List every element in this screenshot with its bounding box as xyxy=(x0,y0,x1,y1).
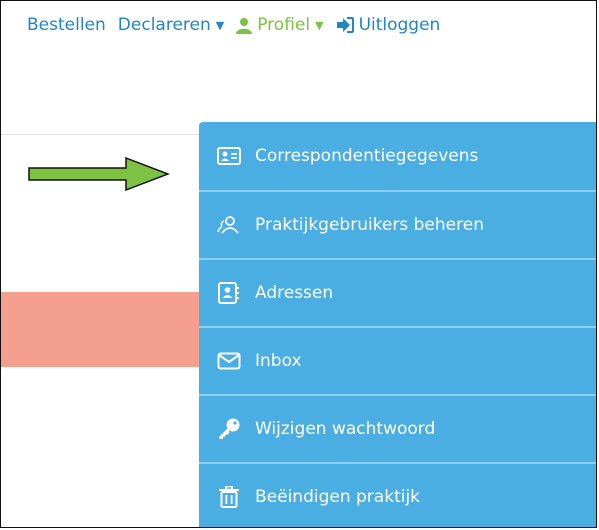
alert-bar xyxy=(1,292,201,367)
menu-item-wijzigen-wachtwoord[interactable]: Wijzigen wachtwoord xyxy=(199,396,596,464)
caret-down-icon: ▼ xyxy=(315,18,324,32)
menu-item-label: Correspondentiegegevens xyxy=(255,146,479,166)
sign-out-icon xyxy=(336,17,354,33)
trash-icon xyxy=(216,486,242,508)
menu-item-inbox[interactable]: Inbox xyxy=(199,328,596,396)
menu-item-label: Wijzigen wachtwoord xyxy=(255,419,436,439)
profile-dropdown-menu: Correspondentiegegevens Praktijkgebruike… xyxy=(199,122,596,527)
menu-item-correspondentiegegevens[interactable]: Correspondentiegegevens xyxy=(199,122,596,192)
menu-item-label: Inbox xyxy=(255,351,302,371)
arrow-right-icon xyxy=(28,157,170,191)
address-book-icon xyxy=(216,282,242,304)
nav-uitloggen[interactable]: Uitloggen xyxy=(336,15,441,35)
caret-down-icon: ▼ xyxy=(215,18,225,32)
menu-item-adressen[interactable]: Adressen xyxy=(199,260,596,328)
nav-declareren[interactable]: Declareren ▼ xyxy=(118,15,224,35)
menu-item-label: Beëindigen praktijk xyxy=(255,487,421,507)
nav-uitloggen-label: Uitloggen xyxy=(358,15,441,35)
menu-item-label: Praktijkgebruikers beheren xyxy=(255,215,484,235)
id-card-icon xyxy=(216,145,242,167)
envelope-icon xyxy=(216,350,242,372)
nav-profiel-label: Profiel xyxy=(257,15,311,35)
menu-item-praktijkgebruikers[interactable]: Praktijkgebruikers beheren xyxy=(199,192,596,260)
menu-item-beeindigen-praktijk[interactable]: Beëindigen praktijk xyxy=(199,464,596,527)
menu-item-label: Adressen xyxy=(255,283,334,303)
nav-declareren-label: Declareren xyxy=(117,15,211,35)
users-icon xyxy=(216,214,242,236)
user-icon xyxy=(236,17,253,34)
nav-profiel[interactable]: Profiel ▼ xyxy=(236,15,324,35)
top-navigation: Bestellen Declareren ▼ Profiel ▼ Uitlogg… xyxy=(1,1,596,49)
nav-bestellen-label: Bestellen xyxy=(27,15,106,35)
screenshot-frame: Bestellen Declareren ▼ Profiel ▼ Uitlogg… xyxy=(0,0,597,528)
nav-bestellen[interactable]: Bestellen xyxy=(27,15,106,35)
key-icon xyxy=(216,418,242,440)
